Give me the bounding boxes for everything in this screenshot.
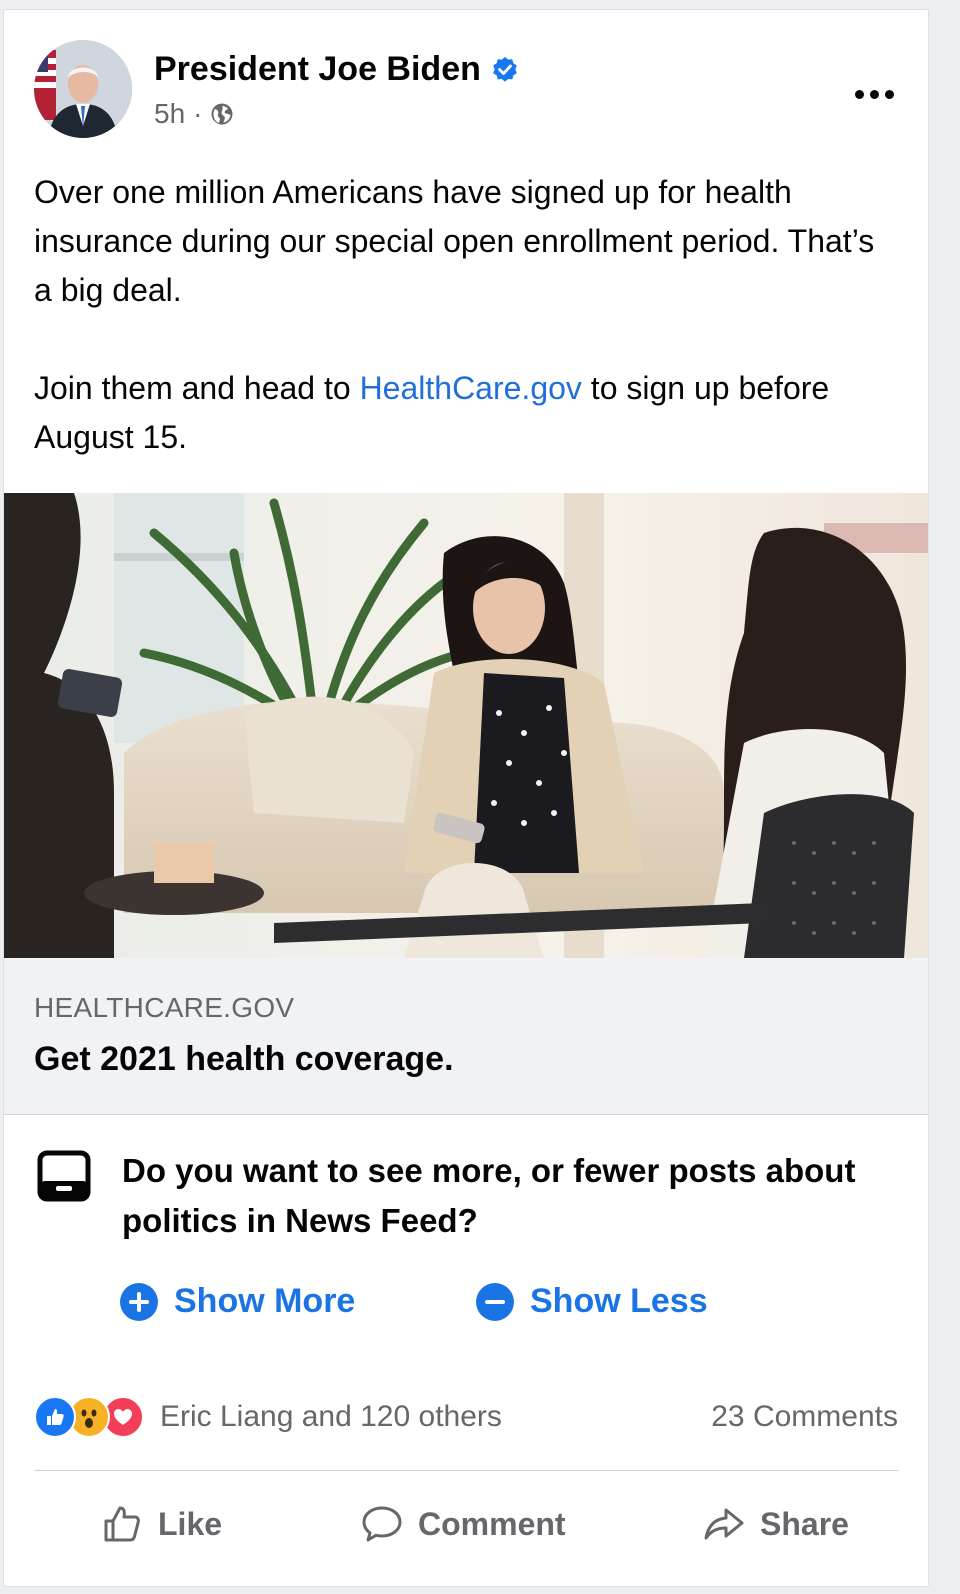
- post-time[interactable]: 5h: [154, 98, 185, 130]
- comment-label: Comment: [418, 1505, 566, 1542]
- link-domain: HEALTHCARE.GOV: [34, 992, 295, 1023]
- politics-prompt-question: Do you want to see more, or fewer posts …: [122, 1152, 856, 1239]
- share-icon: [704, 1508, 744, 1540]
- link-preview[interactable]: HEALTHCARE.GOV Get 2021 health coverage.: [4, 958, 928, 1115]
- comment-icon: [362, 1506, 402, 1542]
- plus-circle-icon: [120, 1282, 158, 1321]
- more-options-icon[interactable]: [850, 76, 898, 112]
- like-reaction-icon: [34, 1396, 76, 1438]
- share-button[interactable]: Share: [702, 1494, 849, 1554]
- show-more-button[interactable]: Show More: [120, 1282, 355, 1321]
- globe-icon: [211, 103, 233, 125]
- post-meta: 5h ·: [154, 98, 234, 130]
- post-image[interactable]: [4, 493, 928, 958]
- politics-prompt-icon: [37, 1150, 91, 1202]
- like-icon: [104, 1506, 140, 1542]
- comments-count[interactable]: 23 Comments: [711, 1400, 898, 1434]
- post-image-illustration: [4, 493, 928, 958]
- post-text: Over one million Americans have signed u…: [34, 168, 894, 462]
- post-paragraph-1: Over one million Americans have signed u…: [34, 174, 875, 308]
- more-dot: [869, 89, 879, 99]
- comment-button[interactable]: Comment: [360, 1494, 566, 1554]
- author-avatar[interactable]: [34, 40, 132, 138]
- verified-badge-icon: [493, 56, 517, 82]
- healthcare-link[interactable]: HealthCare.gov: [360, 370, 582, 406]
- more-dot: [854, 89, 864, 99]
- share-label: Share: [760, 1505, 849, 1542]
- post-card: President Joe Biden 5h · Over one millio…: [4, 10, 928, 1586]
- author-name-text[interactable]: President Joe Biden: [154, 50, 481, 89]
- show-less-label: Show Less: [530, 1282, 708, 1320]
- like-label: Like: [158, 1505, 223, 1542]
- more-dot: [884, 89, 894, 99]
- show-less-button[interactable]: Show Less: [476, 1282, 708, 1321]
- reactors-text[interactable]: Eric Liang and 120 others: [160, 1400, 502, 1434]
- like-button[interactable]: Like: [100, 1494, 222, 1554]
- reactions-summary[interactable]: Eric Liang and 120 others: [34, 1396, 502, 1438]
- meta-separator: ·: [193, 98, 203, 129]
- author-name[interactable]: President Joe Biden: [154, 50, 519, 89]
- post-paragraph-2: Join them and head to HealthCare.gov to …: [34, 364, 894, 462]
- link-title[interactable]: Get 2021 health coverage.: [34, 1040, 454, 1079]
- show-more-label: Show More: [174, 1282, 356, 1320]
- minus-circle-icon: [476, 1282, 514, 1321]
- actions-divider: [34, 1470, 898, 1471]
- post-text-before-link: Join them and head to: [34, 370, 360, 406]
